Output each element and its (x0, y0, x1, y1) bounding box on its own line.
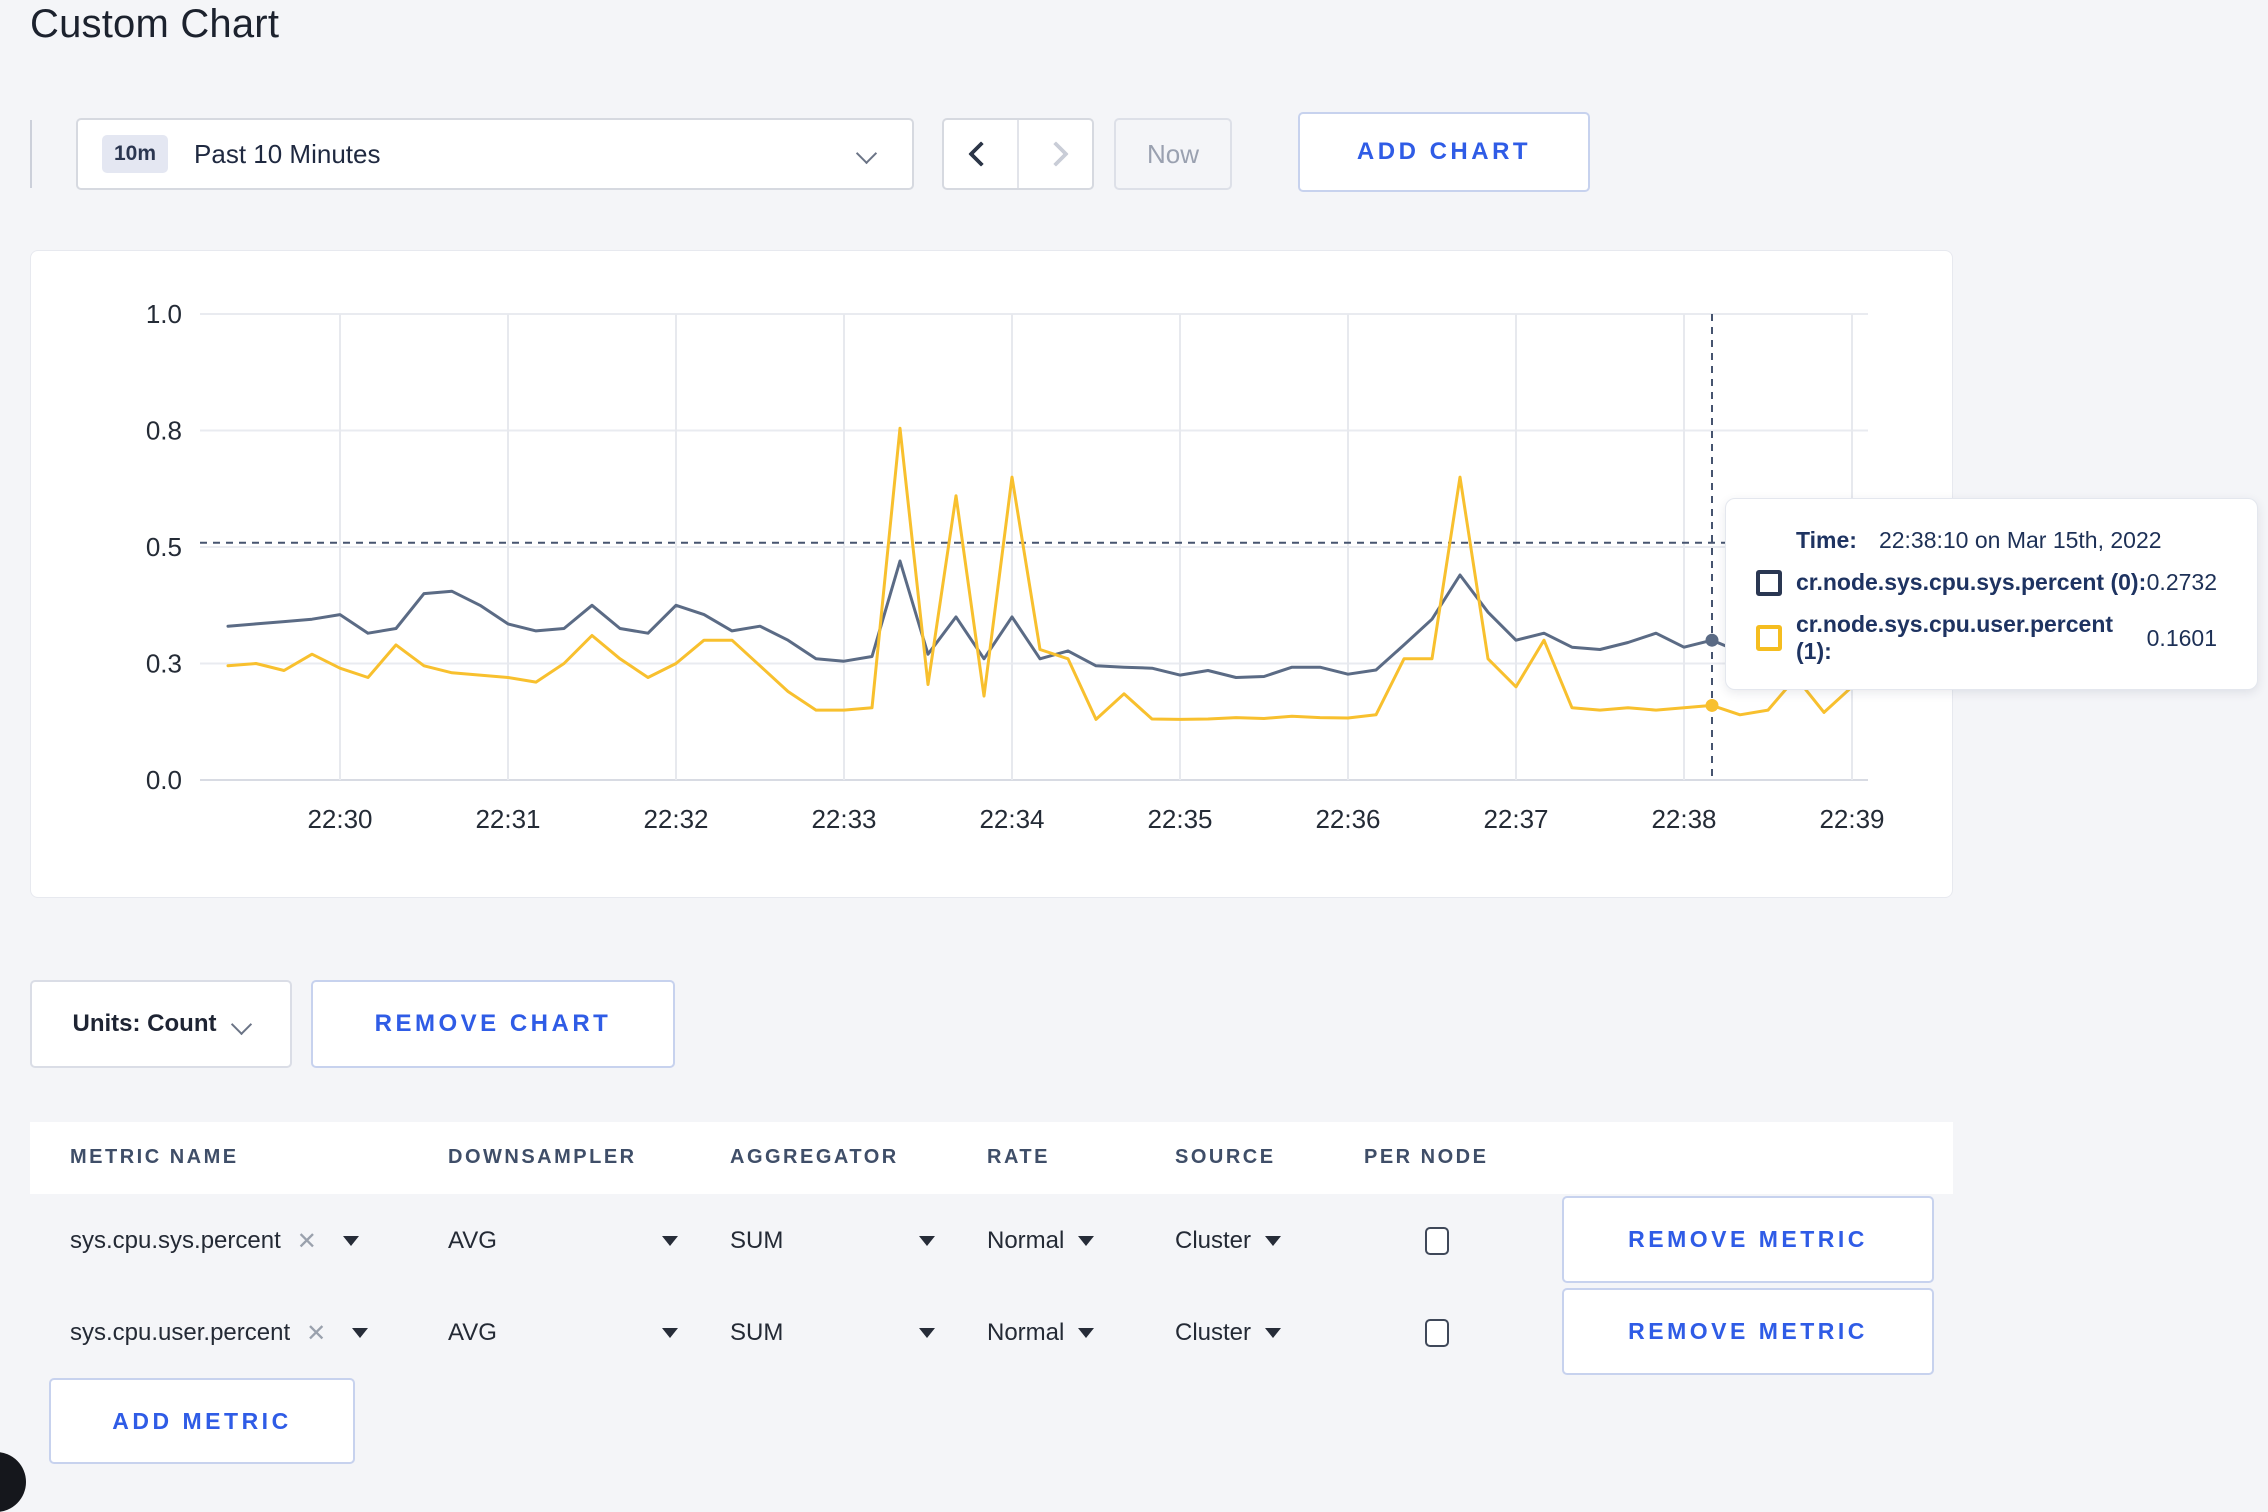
tooltip-series-value: 0.2732 (2146, 569, 2217, 595)
rate-value: Normal (987, 1319, 1065, 1346)
tooltip-time-label: Time: (1796, 527, 1857, 553)
add-chart-button[interactable]: ADD CHART (1298, 112, 1590, 192)
chevron-left-icon (967, 141, 994, 167)
per-node-checkbox[interactable] (1425, 1227, 1449, 1255)
time-range-label: Past 10 Minutes (194, 138, 381, 169)
aggregator-value: SUM (730, 1227, 784, 1254)
caret-down-icon (662, 1236, 678, 1246)
header-downsampler: DOWNSAMPLER (448, 1146, 637, 1168)
caret-down-icon (1265, 1328, 1282, 1338)
aggregator-select[interactable]: SUM (730, 1196, 935, 1286)
metrics-table-header: METRIC NAME DOWNSAMPLER AGGREGATOR RATE … (30, 1122, 1953, 1194)
metric-row: sys.cpu.sys.percent ✕ AVG SUM Normal Clu… (30, 1196, 1953, 1286)
chevron-right-icon (1042, 141, 1069, 167)
add-metric-button[interactable]: ADD METRIC (49, 1378, 355, 1464)
caret-down-icon (919, 1328, 935, 1338)
metric-name-value: sys.cpu.user.percent (70, 1319, 291, 1346)
remove-metric-button[interactable]: REMOVE METRIC (1562, 1196, 1934, 1283)
header-rate: RATE (987, 1146, 1050, 1168)
tooltip-series-value: 0.1601 (2146, 624, 2217, 651)
source-value: Cluster (1175, 1227, 1252, 1254)
downsampler-value: AVG (448, 1227, 497, 1254)
caret-down-icon (342, 1236, 359, 1246)
rate-select[interactable]: Normal (987, 1196, 1095, 1286)
now-button[interactable]: Now (1114, 118, 1232, 190)
metric-name-select[interactable]: sys.cpu.sys.percent ✕ (70, 1196, 359, 1286)
chevron-down-icon (231, 1013, 253, 1035)
tooltip-time-row: Time: 22:38:10 on Mar 15th, 2022 (1756, 527, 2229, 554)
caret-down-icon (1078, 1236, 1095, 1246)
time-range-badge: 10m (102, 135, 169, 173)
prev-range-button[interactable] (944, 120, 1019, 188)
page-title: Custom Chart (30, 2, 280, 46)
per-node-cell (1425, 1196, 1449, 1286)
chat-bubble-fragment[interactable] (0, 1452, 26, 1512)
metric-name-value: sys.cpu.sys.percent (70, 1227, 281, 1254)
per-node-checkbox[interactable] (1425, 1319, 1449, 1347)
user-percent-legend-icon (1756, 625, 1782, 651)
remove-metric-button[interactable]: REMOVE METRIC (1562, 1288, 1934, 1375)
header-metric-name: METRIC NAME (70, 1146, 239, 1168)
sys-percent-legend-icon (1756, 569, 1782, 596)
aggregator-select[interactable]: SUM (730, 1288, 935, 1378)
header-source: SOURCE (1175, 1146, 1276, 1168)
caret-down-icon (919, 1236, 935, 1246)
header-per-node: PER NODE (1364, 1146, 1489, 1168)
time-nav-group (942, 118, 1094, 190)
header-aggregator: AGGREGATOR (730, 1146, 899, 1168)
remove-token-icon[interactable]: ✕ (297, 1227, 317, 1256)
source-select[interactable]: Cluster (1175, 1288, 1282, 1378)
downsampler-value: AVG (448, 1319, 497, 1346)
next-range-button[interactable] (1019, 120, 1092, 188)
source-select[interactable]: Cluster (1175, 1196, 1282, 1286)
custom-chart-page: Custom Chart 10m Past 10 Minutes Now ADD… (0, 0, 2268, 1512)
rate-value: Normal (987, 1227, 1065, 1254)
toolbar-divider (30, 120, 32, 188)
chart-tooltip: Time: 22:38:10 on Mar 15th, 2022 cr.node… (1725, 498, 2258, 690)
caret-down-icon (662, 1328, 678, 1338)
metric-name-select[interactable]: sys.cpu.user.percent ✕ (70, 1288, 369, 1378)
tooltip-series-row: cr.node.sys.cpu.user.percent (1): 0.1601 (1756, 611, 2229, 665)
rate-select[interactable]: Normal (987, 1288, 1095, 1378)
chart-card[interactable] (30, 250, 1953, 898)
remove-token-icon[interactable]: ✕ (306, 1319, 326, 1348)
tooltip-series-row: cr.node.sys.cpu.sys.percent (0): 0.2732 (1756, 569, 2229, 596)
time-range-dropdown[interactable]: 10m Past 10 Minutes (76, 118, 914, 190)
metric-row: sys.cpu.user.percent ✕ AVG SUM Normal Cl… (30, 1288, 1953, 1378)
tooltip-series-label: cr.node.sys.cpu.user.percent (1): (1796, 611, 2114, 664)
source-value: Cluster (1175, 1319, 1252, 1346)
caret-down-icon (1078, 1328, 1095, 1338)
downsampler-select[interactable]: AVG (448, 1288, 678, 1378)
downsampler-select[interactable]: AVG (448, 1196, 678, 1286)
tooltip-time-value: 22:38:10 on Mar 15th, 2022 (1878, 527, 2162, 553)
chevron-down-icon (855, 142, 878, 165)
units-dropdown[interactable]: Units: Count (30, 980, 292, 1068)
tooltip-series-label: cr.node.sys.cpu.sys.percent (0): (1796, 569, 2147, 595)
caret-down-icon (1265, 1236, 1282, 1246)
remove-chart-button[interactable]: REMOVE CHART (311, 980, 675, 1068)
per-node-cell (1425, 1288, 1449, 1378)
units-label: Units: Count (72, 1010, 217, 1037)
aggregator-value: SUM (730, 1319, 784, 1346)
caret-down-icon (352, 1328, 369, 1338)
